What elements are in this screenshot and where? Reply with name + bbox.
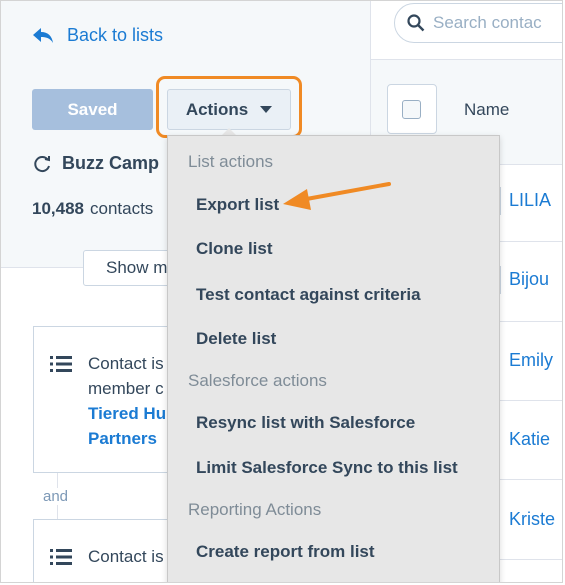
back-to-lists-link[interactable]: Back to lists: [31, 25, 163, 46]
criteria-text: Contact is member c Tiered Hu Partners: [88, 351, 166, 451]
contact-name-link[interactable]: Emily: [509, 350, 553, 371]
contact-count-value: 10,488: [32, 199, 84, 218]
menu-item-clone-list[interactable]: Clone list: [196, 239, 273, 259]
criteria-line: Contact is: [88, 547, 164, 566]
row-divider: [496, 400, 562, 401]
menu-item-delete-list[interactable]: Delete list: [196, 329, 276, 349]
contact-name-link[interactable]: LILIA: [509, 190, 551, 211]
list-title: Buzz Camp: [32, 153, 159, 174]
saved-button[interactable]: Saved: [32, 89, 153, 130]
contact-count: 10,488 contacts: [32, 199, 153, 219]
search-placeholder: Search contac: [433, 13, 542, 32]
contact-name-link[interactable]: Kriste: [509, 509, 555, 530]
criteria-list-link[interactable]: Partners: [88, 426, 166, 451]
list-icon: [50, 356, 72, 372]
menu-item-test-contact[interactable]: Test contact against criteria: [196, 285, 421, 305]
and-label: and: [41, 488, 71, 505]
row-divider: [496, 241, 562, 242]
search-icon: [407, 14, 425, 32]
list-icon: [50, 549, 72, 565]
annotation-arrow-icon: [283, 182, 391, 210]
menu-heading-reporting: Reporting Actions: [188, 500, 322, 519]
row-divider: [496, 559, 562, 560]
row-divider: [496, 479, 562, 480]
contact-name-link[interactable]: Bijou: [509, 269, 549, 290]
refresh-icon: [34, 155, 50, 172]
search-input[interactable]: Search contac: [394, 3, 562, 43]
menu-item-create-report[interactable]: Create report from list: [196, 542, 375, 562]
criteria-list-link[interactable]: Tiered Hu: [88, 401, 166, 426]
checkbox-box: [402, 100, 421, 119]
menu-item-export-list[interactable]: Export list: [196, 195, 279, 215]
menu-item-limit-salesforce-sync[interactable]: Limit Salesforce Sync to this list: [196, 458, 458, 478]
criteria-text: Contact is: [88, 544, 164, 569]
row-divider: [496, 321, 562, 322]
menu-item-resync-salesforce[interactable]: Resync list with Salesforce: [196, 413, 415, 433]
list-name-text: Buzz Camp: [62, 153, 160, 173]
menu-heading-salesforce: Salesforce actions: [188, 371, 327, 390]
criteria-line: Contact is: [88, 354, 164, 373]
back-arrow-icon: [33, 27, 53, 43]
column-header-name[interactable]: Name: [464, 100, 509, 120]
contact-count-suffix: contacts: [90, 199, 154, 218]
select-all-checkbox[interactable]: [387, 84, 437, 134]
menu-heading-list-actions: List actions: [188, 152, 274, 171]
screenshot-frame: Back to lists Saved Actions Buzz Camp 10…: [0, 0, 563, 583]
back-to-lists-label: Back to lists: [67, 25, 164, 45]
contact-name-link[interactable]: Katie: [509, 429, 550, 450]
criteria-line: member c: [88, 379, 164, 398]
